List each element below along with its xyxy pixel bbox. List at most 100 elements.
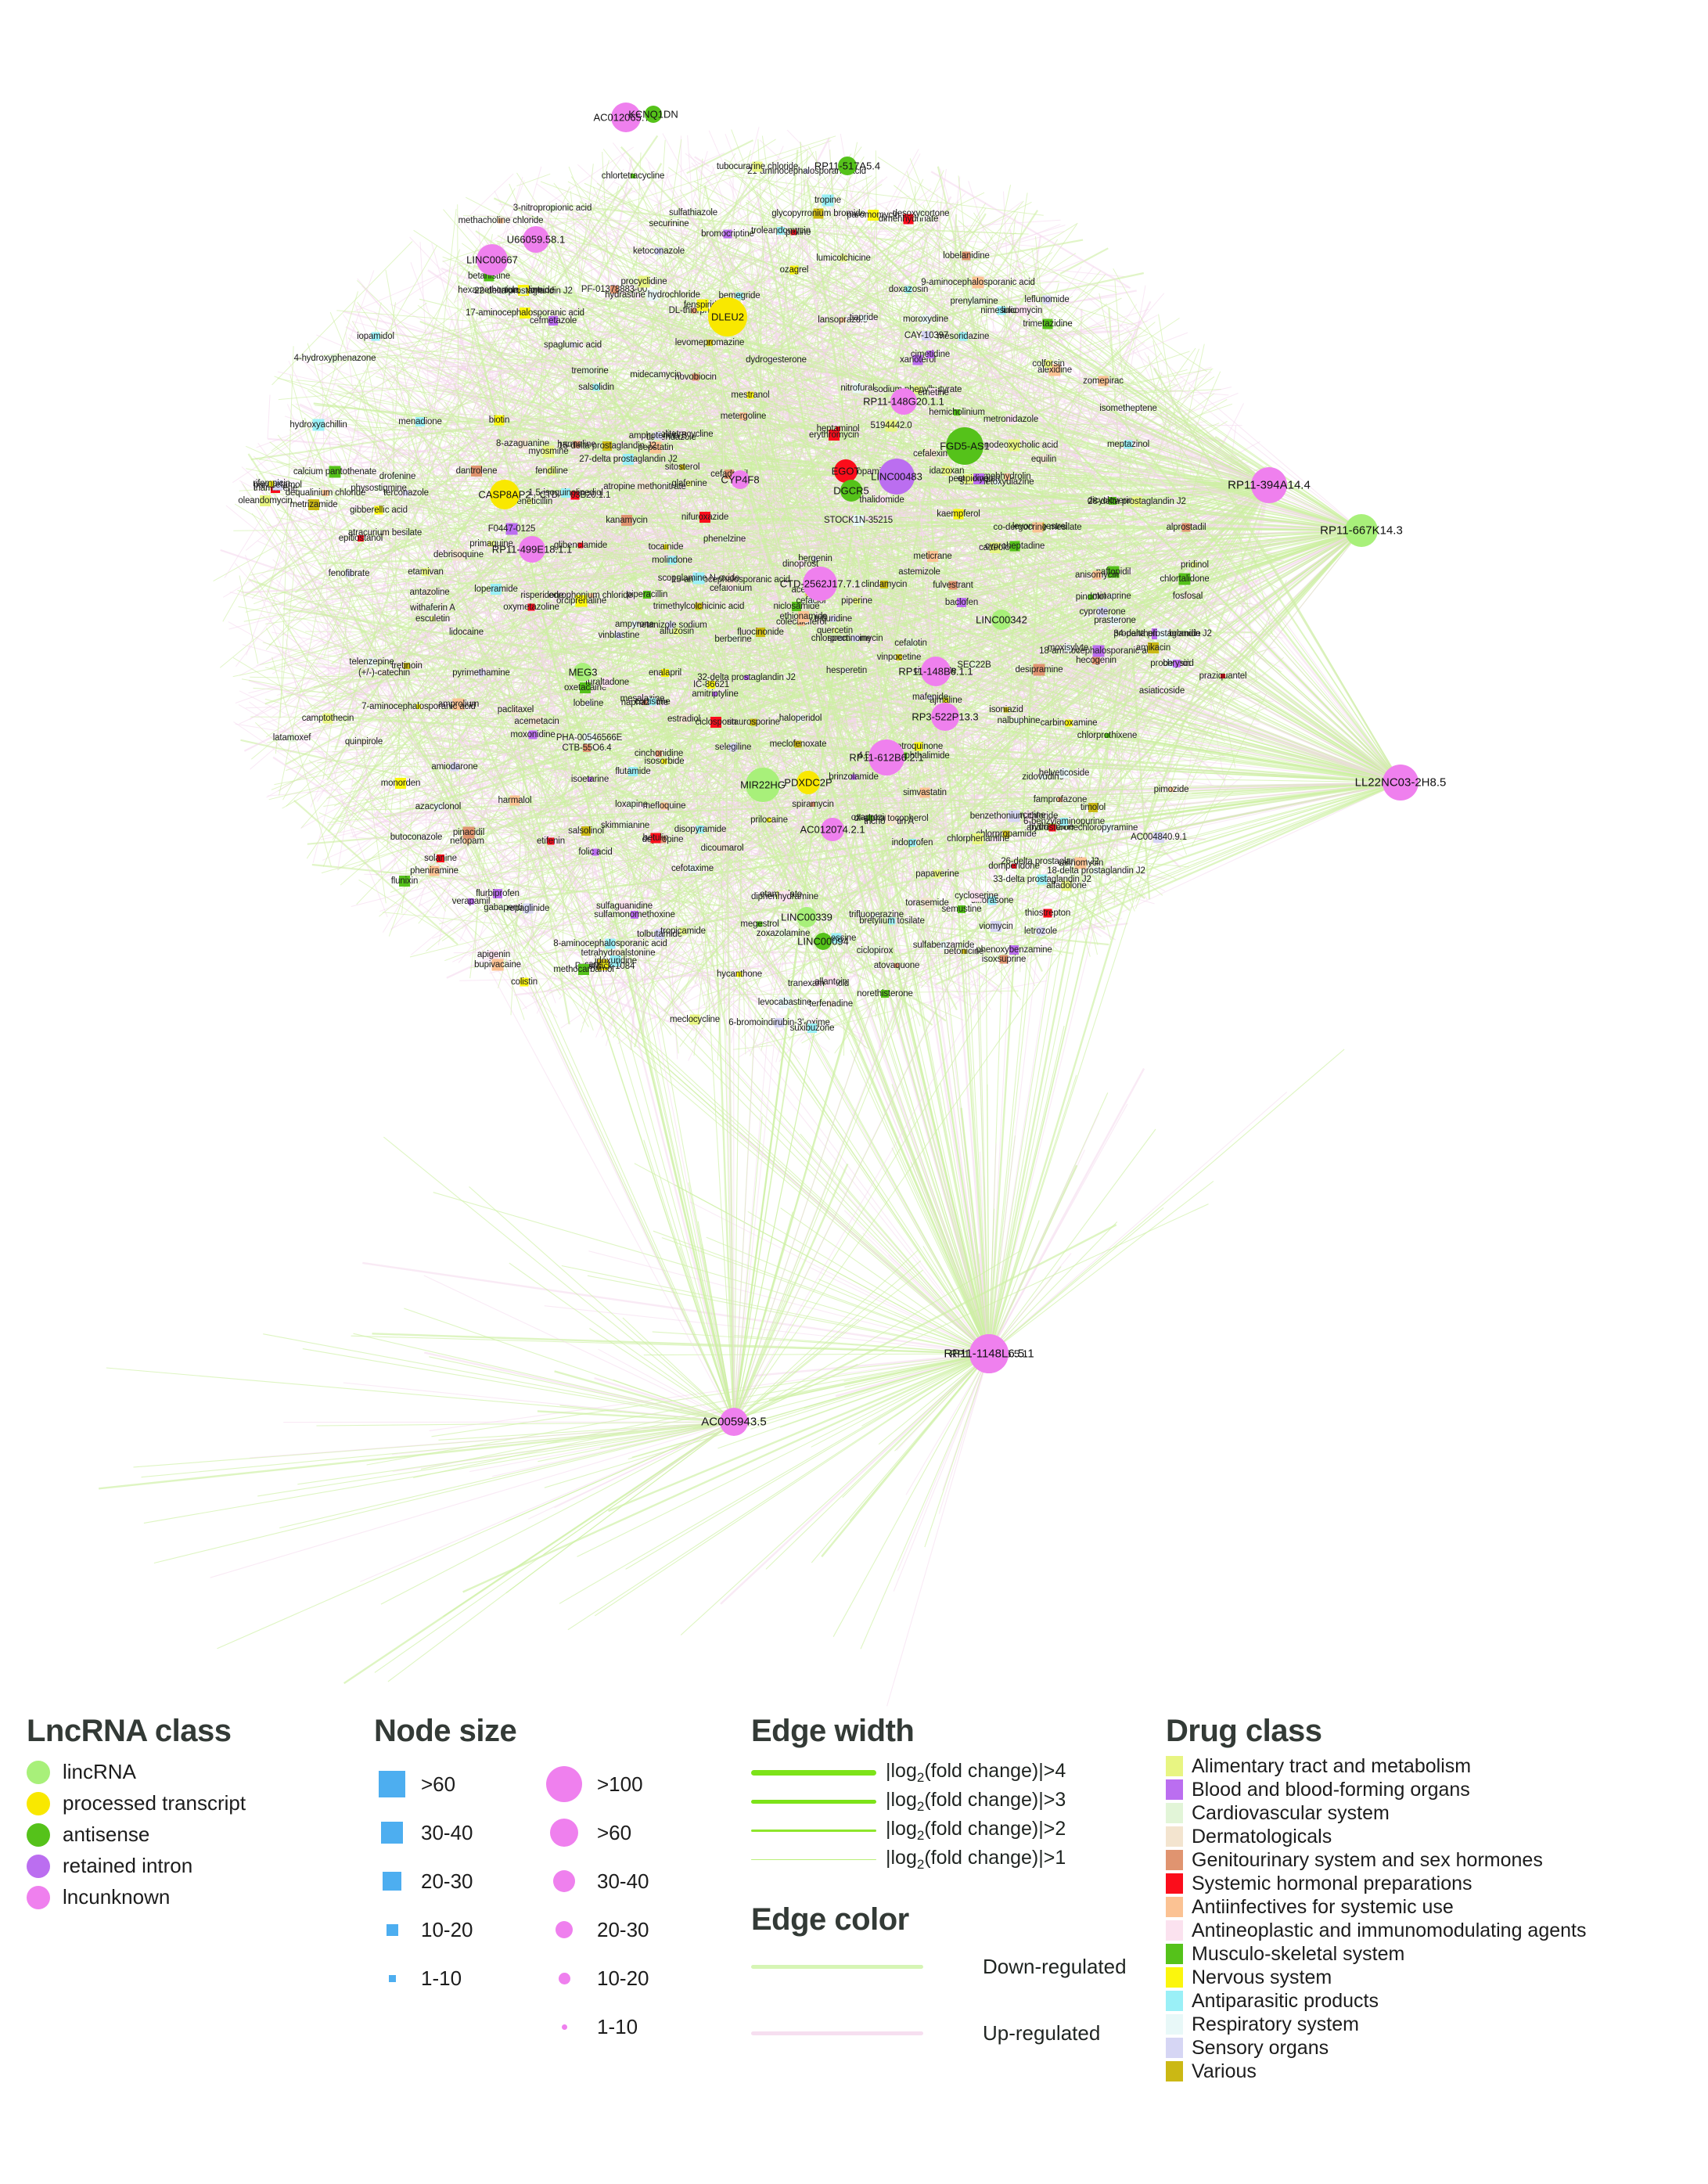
drug-node-label: simvastatin xyxy=(903,788,947,797)
drug-node-label: etamivan xyxy=(408,567,444,577)
drug-node-label: hydroxyachillin xyxy=(289,420,347,430)
edge-color-sample-line xyxy=(751,2031,923,2035)
lncrna-class-color-dot xyxy=(27,1760,50,1784)
drug-node-label: allantoin xyxy=(814,977,847,987)
drug-node-label: colforsin xyxy=(1032,359,1065,369)
drug-node-label: 33-delta prostaglandin J2 xyxy=(993,875,1091,884)
drug-node-label: norethisterone xyxy=(857,989,913,998)
drug-node-label: desoxycortone xyxy=(892,209,950,218)
drug-node-label: baclofen xyxy=(944,598,979,607)
drug-node-label: pridinol xyxy=(1181,560,1209,570)
lncrna-node-label: LINC00342 xyxy=(976,613,1027,626)
drug-node-label: indoprofen xyxy=(891,838,933,847)
drug-node-label: lobelanidine xyxy=(943,251,990,261)
drug-node-label: acemetacin xyxy=(514,717,559,726)
drug-node-label: furaltadone xyxy=(585,678,629,687)
lncrna-node-label: RP11-612B6.2.1 xyxy=(849,751,924,764)
drug-node-label: thalidomide xyxy=(859,495,904,505)
network-graph-canvas: 17-aminocephalosporanic acid alfadolone CT… xyxy=(0,0,1708,1714)
drug-node-label: asiaticoside xyxy=(1138,686,1185,696)
drug-node-label: fenofibrate xyxy=(328,569,370,578)
hub-node-label: RP11-1148L6.5.1 xyxy=(944,1347,1034,1361)
legend-edge-width-item: |log2(fold change)|>3 xyxy=(751,1789,1127,1815)
lncrna-node-label: RP11-148B6.1.1 xyxy=(898,665,973,678)
node-size-square-label: 10-20 xyxy=(421,1917,473,1941)
drug-node-label: midecamycin xyxy=(630,370,681,380)
drug-node-label: cycloserine xyxy=(955,891,998,901)
drug-node-label: semustine xyxy=(941,905,982,914)
drug-node-label: carbinoxamine xyxy=(1040,718,1098,728)
node-size-circle-label: 1-10 xyxy=(597,2014,638,2038)
lncrna-class-color-dot xyxy=(27,1822,50,1847)
drug-node-label: 4-hydroxyphenazone xyxy=(293,354,376,363)
drug-class-label: Alimentary tract and metabolism xyxy=(1192,1755,1472,1777)
drug-node-label: phenoxybenzamine xyxy=(976,945,1052,955)
drug-node-label: suxibuzone xyxy=(789,1024,835,1033)
legend-lncrna-item: lncunknown xyxy=(27,1885,246,1909)
drug-node-label: tropine xyxy=(814,196,842,205)
drug-node-label: cyproheptadine xyxy=(984,542,1045,551)
drug-node-label: equilin xyxy=(1030,455,1057,464)
legend-drug-class-item: Antineoplastic and immunomodulating agen… xyxy=(1166,1920,1586,1941)
drug-node-label: pheniramine xyxy=(410,866,458,876)
legend-node-size-square-item: 1-10 xyxy=(374,1954,542,2002)
lncrna-node-label: LINC00667 xyxy=(466,254,518,266)
lncrna-class-label: antisense xyxy=(63,1822,150,1846)
drug-node-label: ethionamide xyxy=(779,612,828,621)
node-size-square-glyph xyxy=(383,1872,401,1891)
drug-node-label: enalapril xyxy=(648,668,682,678)
edge-width-sample-line xyxy=(751,1830,876,1832)
drug-class-label: Sensory organs xyxy=(1192,2037,1329,2059)
drug-node-label: vinblastine xyxy=(598,631,640,640)
hub-node-label: LL22NC03-2H8.5 xyxy=(1354,775,1447,790)
drug-node-label: dydrogesterone xyxy=(746,355,807,365)
drug-class-color-swatch xyxy=(1166,1944,1183,1964)
drug-node-label: atovaquone xyxy=(873,961,920,970)
drug-node-label: trimethylcolchicinic acid xyxy=(653,602,745,611)
lncrna-node-label: U66059.58.1 xyxy=(506,233,566,246)
drug-node-label: (+/-)-catechin xyxy=(358,668,410,678)
drug-class-label: Various xyxy=(1192,2060,1257,2082)
drug-node-label: vinpocetine xyxy=(876,653,922,662)
drug-node-label: benzethonium chloride xyxy=(969,811,1059,821)
drug-node-label: levocabastine xyxy=(757,998,812,1007)
drug-node-label: disopyramide xyxy=(674,825,727,834)
drug-node-label: pindolol xyxy=(1075,592,1106,602)
drug-node-label: hesperetin xyxy=(825,666,868,675)
drug-node-label: pimozide xyxy=(1153,785,1189,794)
legend-drug-class-item: Sensory organs xyxy=(1166,2037,1586,2059)
drug-node-label: cefalotin xyxy=(894,639,927,648)
drug-node-label: 3-nitropropionic acid xyxy=(512,203,592,213)
drug-node-label: meticrane xyxy=(913,552,952,561)
drug-node-label: metergoline xyxy=(720,412,767,421)
drug-node-label: 1,5-isoquinolinediol xyxy=(528,488,603,498)
legend-edge-color-item: Up-regulated xyxy=(751,2021,1127,2045)
drug-node-label: flunixin xyxy=(390,876,419,886)
drug-node-label: ampyrone xyxy=(615,620,654,629)
drug-node-label: colistin xyxy=(511,977,538,987)
node-size-circle-glyph xyxy=(556,1921,573,1938)
drug-node-label: chlortalidone xyxy=(1160,574,1210,584)
node-size-square-glyph xyxy=(386,1923,398,1936)
drug-node-label: quinpirole xyxy=(344,737,383,747)
drug-node-label: drofenine xyxy=(379,472,416,481)
drug-node-label: mafenide xyxy=(912,693,949,702)
legend-node-size-square-item: 10-20 xyxy=(374,1905,542,1954)
lncrna-class-color-dot xyxy=(27,1854,50,1878)
drug-node-label: papaverine xyxy=(915,869,959,879)
drug-node-label: isoxsuprine xyxy=(981,955,1027,964)
drug-node-label: oleandomycin xyxy=(238,496,293,506)
drug-node-label: moxisylyte xyxy=(1047,643,1089,653)
edge-width-label: |log2(fold change)|>2 xyxy=(886,1818,1066,1843)
legend-node-size-square-item: >60 xyxy=(374,1760,542,1808)
legend-drug-class-item: Respiratory system xyxy=(1166,2013,1586,2035)
legend-drug-class-item: Various xyxy=(1166,2060,1586,2082)
node-size-square-label: >60 xyxy=(421,1772,456,1796)
drug-node-label: IC-86621 xyxy=(692,680,730,689)
legend-edge-width-item: |log2(fold change)|>4 xyxy=(751,1760,1127,1786)
drug-node-label: dl-alpha tocopherol xyxy=(854,814,929,823)
drug-class-label: Respiratory system xyxy=(1192,2013,1359,2035)
drug-node-label: pempidine xyxy=(948,474,989,484)
legend-edge-width-title: Edge width xyxy=(751,1714,915,1748)
legend-drug-class-item: Systemic hormonal preparations xyxy=(1166,1873,1586,1894)
